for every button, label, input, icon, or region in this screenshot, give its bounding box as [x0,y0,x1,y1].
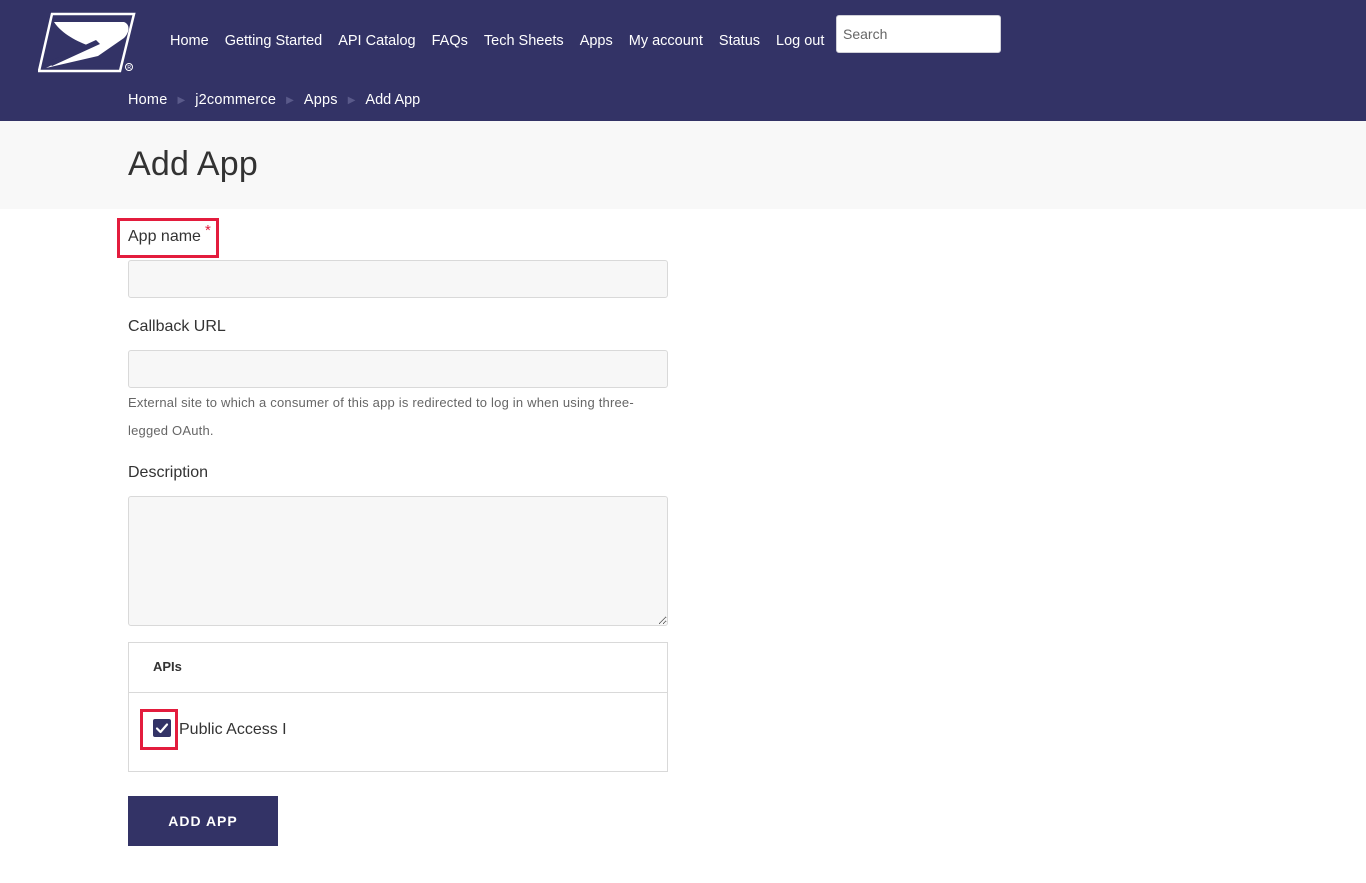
search-input[interactable] [836,15,1001,53]
breadcrumb: Home ▶ j2commerce ▶ Apps ▶ Add App [128,92,420,108]
page-title: Add App [128,145,258,183]
app-name-label: App name * [128,222,211,246]
callback-url-input[interactable] [128,350,668,388]
nav-log-out[interactable]: Log out [768,32,832,50]
title-bar: Add App [0,121,1366,209]
nav-apps[interactable]: Apps [572,32,621,50]
breadcrumb-apps[interactable]: Apps [304,92,338,108]
required-marker: * [204,222,211,239]
nav-status[interactable]: Status [711,32,768,50]
description-label: Description [128,464,209,481]
breadcrumb-separator-icon: ▶ [286,94,294,106]
site-header: R Home Getting Started API Catalog FAQs … [0,0,1366,121]
nav-tech-sheets[interactable]: Tech Sheets [476,32,572,50]
svg-text:R: R [127,65,131,71]
nav-home[interactable]: Home [162,32,217,50]
nav-faqs[interactable]: FAQs [424,32,476,50]
main-nav: Home Getting Started API Catalog FAQs Te… [162,32,832,50]
callback-url-label: Callback URL [128,318,226,335]
nav-getting-started[interactable]: Getting Started [217,32,331,50]
description-textarea[interactable] [128,496,668,626]
checkbox-highlight [140,709,178,750]
breadcrumb-home[interactable]: Home [128,92,167,108]
apis-fieldset: APIs Public Access I [128,642,668,772]
breadcrumb-separator-icon: ▶ [177,94,186,106]
add-app-button[interactable]: ADD APP [128,796,278,846]
breadcrumb-separator-icon: ▶ [347,94,356,106]
callback-url-help-text: External site to which a consumer of thi… [128,395,634,438]
app-name-input[interactable] [128,260,668,298]
public-access-label[interactable]: Public Access I [179,721,287,739]
app-name-label-text: App name [128,228,201,245]
breadcrumb-current: Add App [365,92,421,108]
usps-eagle-logo-icon[interactable]: R [38,12,136,74]
nav-api-catalog[interactable]: API Catalog [330,32,423,50]
breadcrumb-j2commerce[interactable]: j2commerce [195,92,276,108]
apis-heading: APIs [129,643,667,693]
nav-my-account[interactable]: My account [621,32,711,50]
